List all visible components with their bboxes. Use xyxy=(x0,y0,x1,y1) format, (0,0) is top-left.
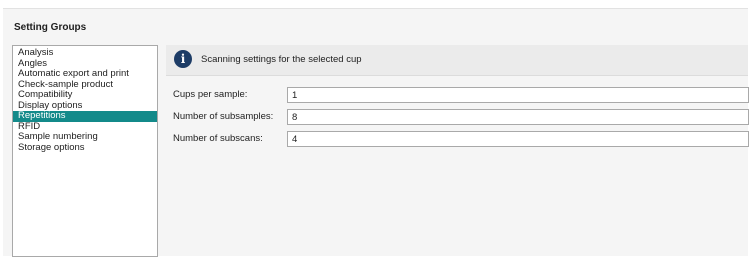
field-row-number-of-subscans: Number of subscans: xyxy=(173,131,749,147)
info-icon: i xyxy=(174,50,192,68)
info-text: Scanning settings for the selected cup xyxy=(201,54,362,65)
number-of-subsamples-label: Number of subsamples: xyxy=(173,111,274,122)
sidebar-item-repetitions[interactable]: Repetitions xyxy=(13,110,157,122)
setting-groups-list[interactable]: Analysis Angles Automatic export and pri… xyxy=(12,45,158,257)
cups-per-sample-label: Cups per sample: xyxy=(173,89,248,100)
number-of-subscans-label: Number of subscans: xyxy=(173,133,263,144)
field-row-number-of-subsamples: Number of subsamples: xyxy=(173,109,749,125)
sidebar-item-storage-options[interactable]: Storage options xyxy=(13,142,157,154)
sidebar-item-automatic-export-and-print[interactable]: Automatic export and print xyxy=(13,68,157,80)
number-of-subsamples-input[interactable] xyxy=(287,109,749,125)
sidebar-item-sample-numbering[interactable]: Sample numbering xyxy=(13,131,157,143)
field-row-cups-per-sample: Cups per sample: xyxy=(173,87,749,103)
settings-window: Setting Groups Analysis Angles Automatic… xyxy=(3,8,749,257)
info-bar: i Scanning settings for the selected cup xyxy=(166,45,748,76)
number-of-subscans-input[interactable] xyxy=(287,131,749,147)
cups-per-sample-input[interactable] xyxy=(287,87,749,103)
setting-groups-title: Setting Groups xyxy=(14,22,87,33)
sidebar-item-analysis[interactable]: Analysis xyxy=(13,47,157,59)
sidebar-item-compatibility[interactable]: Compatibility xyxy=(13,89,157,101)
